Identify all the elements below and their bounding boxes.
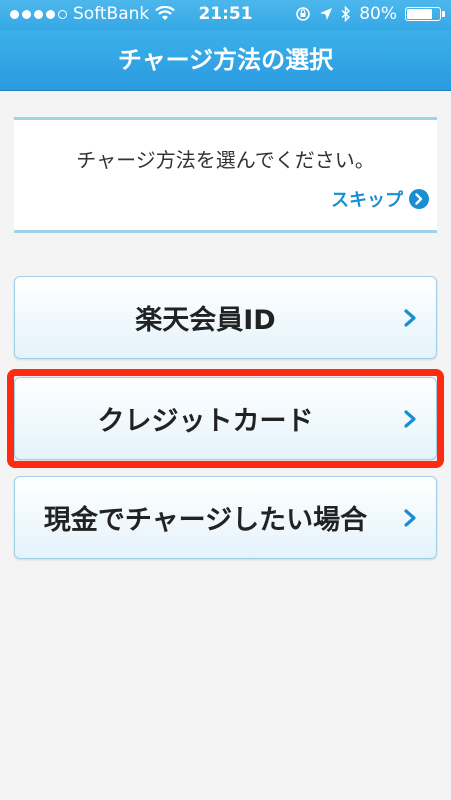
page-title: チャージ方法の選択: [117, 46, 334, 74]
bluetooth-icon: [341, 6, 351, 22]
skip-link[interactable]: スキップ: [331, 186, 429, 212]
location-arrow-icon: [320, 8, 333, 20]
credit-card-button[interactable]: クレジットカード: [14, 377, 437, 460]
option-label: 現金でチャージしたい場合: [43, 505, 368, 536]
instruction-text: チャージ方法を選んでください。: [76, 148, 375, 172]
chevron-right-icon: [404, 508, 416, 527]
chevron-right-icon: [404, 308, 416, 327]
rotation-lock-icon: [296, 7, 311, 21]
info-card: チャージ方法を選んでください。 スキップ: [14, 117, 437, 233]
skip-label: スキップ: [331, 190, 403, 211]
option-label: 楽天会員ID: [135, 305, 276, 336]
cash-charge-button[interactable]: 現金でチャージしたい場合: [14, 476, 437, 559]
chevron-right-circle-icon: [409, 189, 429, 209]
status-right: 80%: [295, 4, 445, 24]
chevron-right-icon: [404, 409, 416, 428]
nav-bar: チャージ方法の選択: [0, 30, 451, 91]
rakuten-id-button[interactable]: 楽天会員ID: [14, 276, 437, 359]
battery-fill: [407, 9, 433, 19]
status-bar: SoftBank 21:51 80%: [0, 0, 451, 30]
battery-percent: 80%: [359, 4, 397, 24]
option-label: クレジットカード: [97, 406, 314, 437]
battery-icon: [405, 7, 445, 21]
